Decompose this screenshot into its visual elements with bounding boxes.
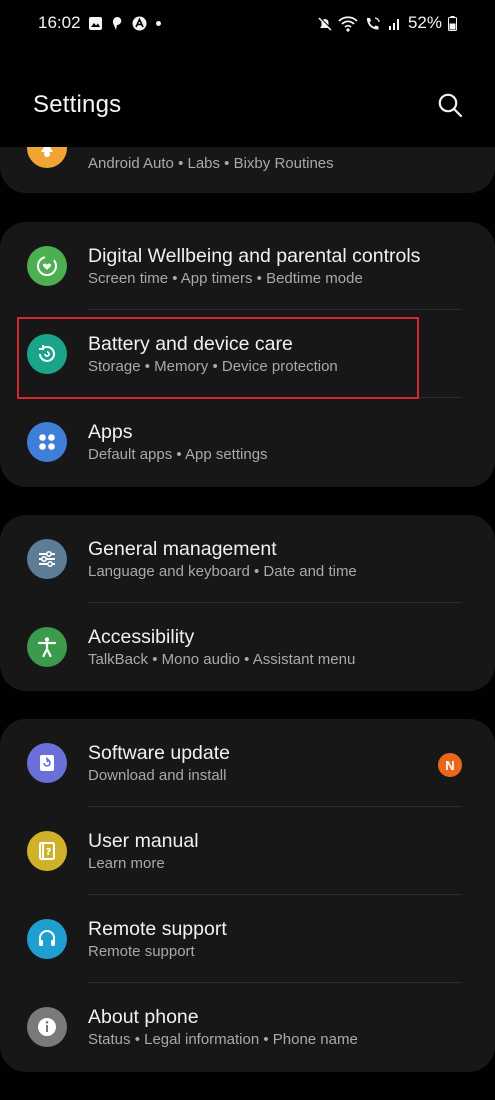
new-badge: N [438,753,462,777]
setting-subtitle: Remote support [88,942,195,960]
setting-subtitle: Learn more [88,854,165,872]
accessibility-icon [27,627,67,667]
setting-subtitle: Storage • Memory • Device protection [88,357,338,375]
wellbeing-icon [27,246,67,286]
search-icon [438,93,463,118]
wifi-call-icon [364,16,382,31]
about-phone-icon [27,1007,67,1047]
battery-text: 52% [407,13,442,32]
settings-group-1: Digital Wellbeing and parental controls … [0,222,495,487]
setting-title: General management [88,537,277,560]
search-button[interactable] [432,87,468,123]
autoswitch-icon [132,16,147,31]
advanced-features-icon [27,147,67,168]
setting-subtitle: Screen time • App timers • Bedtime mode [88,269,363,287]
setting-item-about-phone[interactable]: About phone Status • Legal information •… [0,983,495,1071]
setting-subtitle: Download and install [88,766,227,784]
more-notifications-dot [155,20,161,26]
notification-icon [110,16,125,31]
setting-title: Accessibility [88,625,195,648]
setting-item-digital-wellbeing[interactable]: Digital Wellbeing and parental controls … [0,222,495,310]
mute-icon [317,16,333,31]
setting-title: Battery and device care [88,332,293,355]
user-manual-icon: ? [27,831,67,871]
signal-icon [388,16,402,31]
setting-item-general-management[interactable]: General management Language and keyboard… [0,515,495,603]
remote-support-icon [27,919,67,959]
status-bar: 16:02 52% [0,0,495,46]
gallery-icon [88,16,103,31]
page-title: Settings [33,91,122,118]
setting-subtitle: TalkBack • Mono audio • Assistant menu [88,650,356,668]
wifi-icon [338,15,358,32]
setting-title: Software update [88,741,231,764]
status-time: 16:02 [38,13,81,32]
advanced-features-subtitle: Android Auto • Labs • Bixby Routines [88,155,334,172]
setting-item-apps[interactable]: Apps Default apps • App settings [0,398,495,486]
header: Settings [0,80,495,130]
device-care-icon [27,334,67,374]
setting-title: Remote support [88,917,227,940]
setting-title: Apps [88,420,133,443]
svg-text:?: ? [46,847,52,858]
apps-icon [27,422,67,462]
setting-item-software-update[interactable]: Software update Download and install N [0,719,495,807]
settings-group-3: Software update Download and install N ?… [0,719,495,1072]
setting-title: User manual [88,829,199,852]
setting-title: Digital Wellbeing and parental controls [88,244,421,267]
setting-subtitle: Default apps • App settings [88,445,268,463]
settings-group-2: General management Language and keyboard… [0,515,495,691]
setting-subtitle: Language and keyboard • Date and time [88,562,357,580]
setting-item-battery-device-care[interactable]: Battery and device care Storage • Memory… [0,310,495,398]
setting-item-accessibility[interactable]: Accessibility TalkBack • Mono audio • As… [0,603,495,691]
general-management-icon [27,539,67,579]
setting-title: About phone [88,1005,199,1028]
setting-item-remote-support[interactable]: Remote support Remote support [0,895,495,983]
battery-icon [448,15,457,31]
software-update-icon [27,743,67,783]
setting-subtitle: Status • Legal information • Phone name [88,1030,358,1048]
setting-item-user-manual[interactable]: ? User manual Learn more [0,807,495,895]
